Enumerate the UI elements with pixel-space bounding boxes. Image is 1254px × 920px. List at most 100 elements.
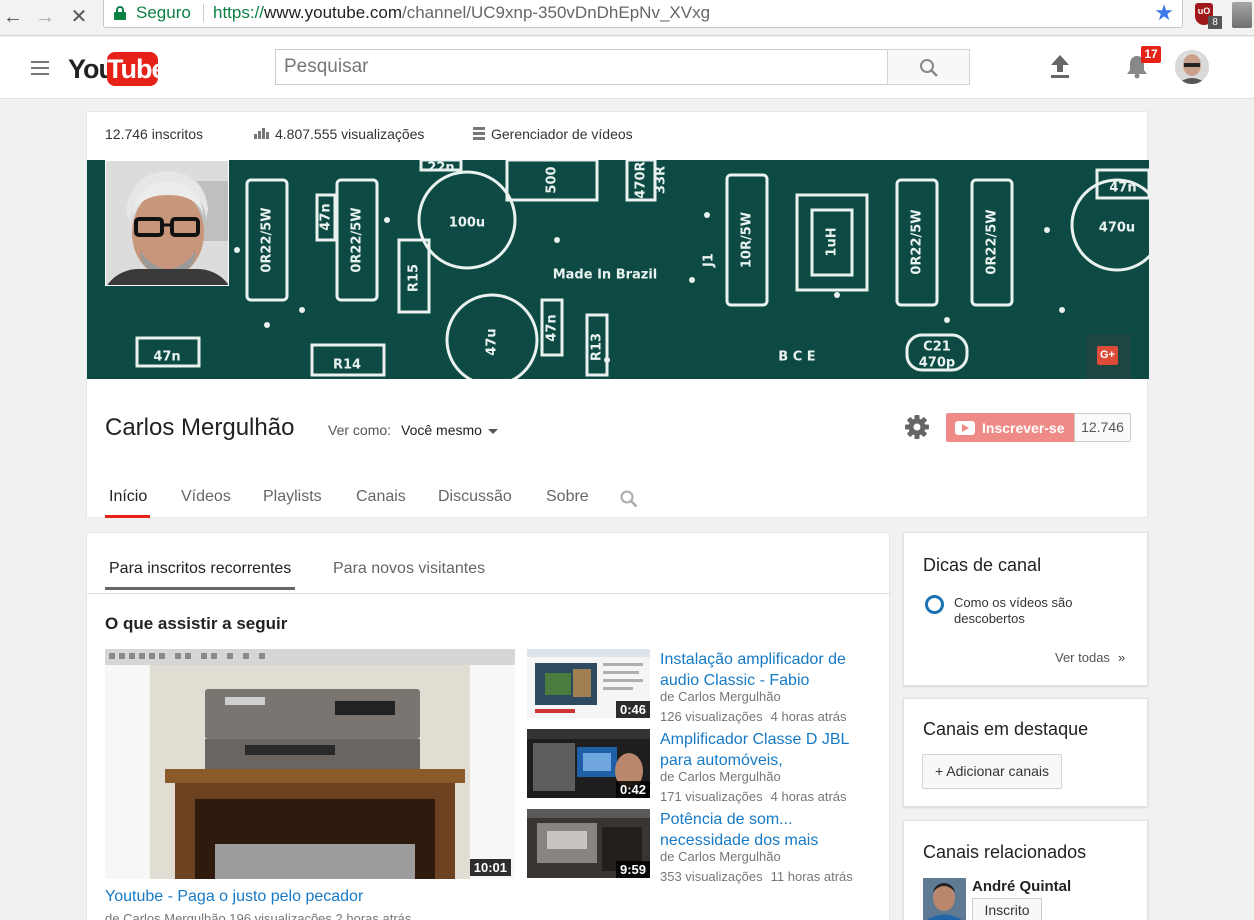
banner-label: 47n <box>1109 181 1136 196</box>
url-text: https://www.youtube.com/channel/UC9xnp-3… <box>213 3 711 22</box>
related-channels-title: Canais relacionados <box>923 842 1087 862</box>
banner-label: 22n <box>427 161 454 176</box>
tab-home[interactable]: Início <box>104 488 151 518</box>
channel-title: Carlos Mergulhão <box>105 414 295 441</box>
tab-channels[interactable]: Canais <box>356 488 406 506</box>
subscribe-button[interactable]: Inscrever-se <box>946 413 1074 442</box>
channel-tabs: Início Vídeos Playlists Canais Discussão… <box>87 482 1149 519</box>
related-channel-avatar[interactable] <box>923 878 966 920</box>
channel-header: 12.746 inscritos 4.807.555 visualizações… <box>86 111 1149 519</box>
banner-label: 10R/5W <box>740 212 755 268</box>
add-channels-button[interactable]: + Adicionar canais <box>922 754 1063 789</box>
back-button[interactable]: ← <box>0 4 26 30</box>
related-channel-name[interactable]: André Quintal <box>972 878 1071 895</box>
section-title: O que assistir a seguir <box>105 614 288 633</box>
browser-toolbar: ← → ✕ Seguro https://www.youtube.com/cha… <box>0 0 1254 36</box>
channel-avatar[interactable] <box>105 160 229 286</box>
menu-icon[interactable] <box>31 61 49 75</box>
banner-label: 33R <box>654 166 669 194</box>
lock-icon <box>114 6 126 20</box>
video-duration: 9:59 <box>615 861 650 878</box>
channel-tips-title: Dicas de canal <box>923 555 1042 575</box>
banner-label: 500 <box>545 166 560 193</box>
list-item[interactable]: 0:46 Instalação amplificador de audio Cl… <box>527 649 877 725</box>
google-plus-button[interactable]: G+ <box>1086 334 1131 379</box>
banner-label: R14 <box>333 358 361 373</box>
banner-label: C21 <box>923 340 951 355</box>
tab-playlists[interactable]: Playlists <box>263 488 322 506</box>
banner-label: 47u <box>485 328 500 355</box>
banner-label: R15 <box>407 264 422 292</box>
list-item[interactable]: 0:42 Amplificador Classe D JBL para auto… <box>527 729 877 805</box>
video-manager-link[interactable]: Gerenciador de vídeos <box>473 126 633 142</box>
banner-label: 0R22/5W <box>985 209 1000 274</box>
stop-button[interactable]: ✕ <box>66 4 92 30</box>
bookmark-star-icon[interactable]: ★ <box>1154 0 1174 26</box>
view-as-label: Ver como: <box>328 422 392 438</box>
video-channel[interactable]: de Carlos Mergulhão <box>660 689 781 704</box>
tab-new-visitors[interactable]: Para novos visitantes <box>333 560 485 578</box>
search-input[interactable] <box>275 49 888 85</box>
related-channels-card: Canais relacionados André Quintal Inscri… <box>903 820 1148 920</box>
tip-status-icon <box>925 595 944 614</box>
upload-icon[interactable] <box>1048 53 1072 79</box>
video-manager-icon <box>473 127 485 141</box>
banner-label: 0R22/5W <box>910 209 925 274</box>
channel-stats-bar: 12.746 inscritos 4.807.555 visualizações… <box>87 112 1149 160</box>
subscribed-button[interactable]: Inscrito <box>972 898 1042 920</box>
subscribers-stat: 12.746 inscritos <box>105 126 204 142</box>
banner-label: Made In Brazil <box>553 268 658 283</box>
banner-label: 1uH <box>825 227 840 256</box>
banner-label: 100u <box>449 216 485 231</box>
video-meta: 353 visualizações 11 horas atrás <box>660 869 853 884</box>
video-title[interactable]: Potência de som... necessidade dos mais <box>660 809 870 851</box>
tip-item[interactable]: Como os vídeos são descobertos <box>954 595 1094 627</box>
video-thumbnail[interactable]: 0:46 <box>527 649 650 718</box>
banner-label: J1 <box>702 253 717 268</box>
forward-button[interactable]: → <box>32 4 58 30</box>
play-icon <box>955 421 975 435</box>
gear-icon[interactable] <box>904 414 930 440</box>
tab-discussion[interactable]: Discussão <box>438 488 512 506</box>
video-title[interactable]: Instalação amplificador de audio Classic… <box>660 649 870 691</box>
video-duration: 0:46 <box>615 701 650 718</box>
address-bar[interactable]: Seguro https://www.youtube.com/channel/U… <box>103 0 1183 28</box>
featured-video-title[interactable]: Youtube - Paga o justo pelo pecador <box>105 888 363 906</box>
channel-search-icon[interactable] <box>620 490 638 508</box>
banner-label: 470p <box>919 356 955 371</box>
views-stat[interactable]: 4.807.555 visualizações <box>254 126 424 142</box>
youtube-masthead: You Tube 17 <box>0 37 1254 99</box>
user-avatar[interactable] <box>1175 50 1209 84</box>
tab-returning-subscribers[interactable]: Para inscritos recorrentes <box>104 560 296 590</box>
featured-video-meta: de Carlos Mergulhão 196 visualizações 2 … <box>105 911 412 920</box>
video-channel[interactable]: de Carlos Mergulhão <box>660 849 781 864</box>
featured-channels-card: Canais em destaque + Adicionar canais <box>903 698 1148 807</box>
search-icon <box>920 59 938 77</box>
tab-videos[interactable]: Vídeos <box>181 488 231 506</box>
banner-label: 0R22/5W <box>350 207 365 272</box>
notification-count-badge: 17 <box>1141 46 1161 63</box>
banner-label: 47n <box>545 314 560 341</box>
video-title[interactable]: Amplificador Classe D JBL para automóvei… <box>660 729 870 771</box>
view-as-dropdown[interactable]: Você mesmo <box>401 422 498 438</box>
list-item[interactable]: 9:59 Potência de som... necessidade dos … <box>527 809 877 885</box>
bar-chart-icon <box>254 128 269 140</box>
video-thumbnail[interactable]: 0:42 <box>527 729 650 798</box>
browser-profile-avatar[interactable] <box>1232 2 1252 28</box>
see-all-tips-link[interactable]: Ver todas» <box>1055 650 1125 665</box>
extension-badge: 8 <box>1208 16 1222 29</box>
channel-tips-card: Dicas de canal Como os vídeos são descob… <box>903 532 1148 686</box>
chevron-down-icon <box>487 428 498 434</box>
banner-label: 47n <box>319 203 334 230</box>
video-thumbnail[interactable]: 9:59 <box>527 809 650 878</box>
channel-banner: 0R22/5W 0R22/5W 47n 100u R15 Made In Brazil 47… <box>87 160 1149 379</box>
tab-about[interactable]: Sobre <box>546 488 589 506</box>
banner-label: 470R <box>634 161 649 198</box>
video-meta: 171 visualizações 4 horas atrás <box>660 789 847 804</box>
search-button[interactable] <box>887 49 970 85</box>
subscriber-count: 12.746 <box>1074 413 1131 442</box>
banner-label: 47n <box>153 350 180 365</box>
video-channel[interactable]: de Carlos Mergulhão <box>660 769 781 784</box>
banner-label: 0R22/5W <box>260 207 275 272</box>
featured-video-thumbnail[interactable]: 10:01 <box>105 649 515 879</box>
